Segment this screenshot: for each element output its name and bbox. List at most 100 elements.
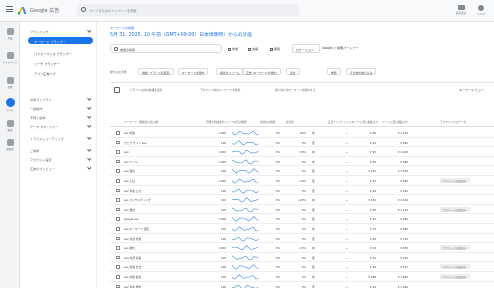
help-button[interactable]: ヘルプ xyxy=(474,5,488,16)
nav-item-9[interactable]: トラブルシューティング xyxy=(24,134,93,141)
keyword-cell[interactable]: google seo xyxy=(124,217,139,221)
yoy-change-cell: -10% xyxy=(299,246,306,251)
row-checkbox[interactable] xyxy=(116,275,120,279)
trend-sparkline xyxy=(232,197,259,203)
toolbar-option-2[interactable]: アカウント内のキーワードを除外 xyxy=(200,88,240,92)
location-target-select[interactable]: ロケーション xyxy=(292,44,320,53)
keyword-cell[interactable]: seo キーワード 選定 xyxy=(124,227,149,231)
filter-chip-1[interactable]: キーワードを除外 xyxy=(178,68,209,75)
column-header-4[interactable]: 競合性 xyxy=(286,120,294,124)
row-checkbox[interactable] xyxy=(116,255,120,260)
row-checkbox[interactable] xyxy=(116,198,120,202)
location-option[interactable]: 地域 xyxy=(228,47,238,51)
row-checkbox[interactable] xyxy=(116,159,120,164)
column-header-5[interactable]: 広告インプレッション シェア xyxy=(328,120,354,124)
column-header-6[interactable]: ページ上部に掲載された入札単価（低額帯） xyxy=(352,120,378,124)
row-checkbox[interactable] xyxy=(116,169,120,173)
keyword-cell[interactable]: seo ツール xyxy=(124,160,138,164)
high-bid-cell: ¥ 1,002 xyxy=(397,150,408,155)
toolbar-option-1[interactable]: ブランド以外の候補を表示 xyxy=(130,88,162,92)
keyword-cell[interactable]: seo 対策 方法 xyxy=(124,265,141,269)
rail-item-4[interactable]: 料金 xyxy=(2,120,18,132)
toolbar-option-3[interactable]: 成人向けのキーワードを除外する xyxy=(275,88,315,92)
keyword-cell[interactable]: seo とは xyxy=(124,179,135,183)
column-header-3[interactable]: 前年比の推移 xyxy=(260,120,276,124)
rail-item-0[interactable]: 作成 xyxy=(2,28,18,40)
row-checkbox[interactable] xyxy=(116,284,120,288)
table-row: seo 対策 方法 100 0% 0% 低 — ¥ 39 ¥ 512 アカウントに追加済み xyxy=(110,262,494,272)
row-checkbox[interactable] xyxy=(116,265,120,269)
row-checkbox[interactable] xyxy=(116,140,120,145)
nav-item-8[interactable]: データ マネージャー xyxy=(24,122,93,129)
volume-cell: 100 xyxy=(220,284,226,288)
keyword-cell[interactable]: seo コンサルティング xyxy=(124,198,151,202)
appearance-button[interactable]: 表示表示 xyxy=(454,5,468,15)
nav-item-4[interactable]: アプリ広告ハブ xyxy=(28,69,93,76)
keyword-cell[interactable]: seo 会社 xyxy=(124,169,135,173)
nav-item-11[interactable]: アカウント設定 xyxy=(24,155,93,162)
date-range-option[interactable]: 期間 xyxy=(270,47,280,51)
row-checkbox[interactable] xyxy=(116,188,120,193)
keyword-cell[interactable]: seo 外部 対策 xyxy=(124,237,141,241)
row-checkbox[interactable] xyxy=(116,179,120,183)
rail-item-3[interactable]: ツール xyxy=(2,98,18,112)
nav-item-10[interactable]: ご請求 xyxy=(24,146,93,153)
keyword-cell[interactable]: seo xyxy=(124,150,129,154)
filter-chip-0[interactable]: 価格 (ブランド名指定) xyxy=(138,68,175,75)
language-option[interactable]: 言語 xyxy=(248,47,258,51)
keyword-filter-input[interactable]: 成長の情報 xyxy=(110,44,222,53)
table-row: seo 対策 会社 100 0% 0% 中 — ¥ 188 ¥ 1,840 アカウントに追加済み xyxy=(110,272,494,282)
filter-icon[interactable] xyxy=(114,87,120,93)
rail-item-2[interactable]: 目標 xyxy=(2,77,18,89)
keyword-cell[interactable]: seo 対策 費用 xyxy=(124,285,141,288)
chevron-down-icon xyxy=(86,114,91,119)
nav-item-12[interactable]: 広告のプレビュー xyxy=(24,164,93,171)
account-status-badge: アカウントに追加済み xyxy=(440,206,470,212)
row-checkbox[interactable] xyxy=(116,236,120,241)
search-input[interactable]: ページまたはキャンペーンを検索 xyxy=(77,4,299,16)
column-header-0[interactable]: キーワード（関連性の高い順） xyxy=(124,120,160,124)
three-month-change-cell: 0% xyxy=(275,207,280,212)
filter-chip-3[interactable]: 広告 (キーワードの除外) xyxy=(242,68,282,75)
trend-sparkline xyxy=(232,264,259,270)
row-checkbox[interactable] xyxy=(116,150,120,154)
row-checkbox[interactable] xyxy=(116,217,120,221)
filter-chip-5[interactable]: 季節 xyxy=(327,68,341,75)
keyword-cell[interactable]: seo 対策 会社 xyxy=(124,275,141,279)
network-select[interactable]: Google と検索パートナー xyxy=(322,45,359,50)
filter-chip-4[interactable]: 競合 xyxy=(286,68,300,75)
nav-item-1[interactable]: キーワード プランナー xyxy=(28,37,93,44)
nav-item-3[interactable]: リーチ プランナー xyxy=(28,59,93,66)
keyword-cell[interactable]: seo 内部 対策 xyxy=(124,256,141,260)
keyword-cell[interactable]: seo 対策 xyxy=(124,131,135,135)
nav-item-5[interactable]: 共有ライブラリ xyxy=(24,95,93,102)
nav-item-6[interactable]: 一括操作 xyxy=(24,104,93,111)
column-header-7[interactable]: ページ上部に掲載された入札単価（高額帯） xyxy=(382,120,408,124)
nav-item-0[interactable]: プランニング xyxy=(24,27,93,34)
table-row: ウェブ サイト seo 100 0% 0% 低 — ¥ 63 ¥ 845 xyxy=(110,138,494,148)
nav-item-7[interactable]: 予算と請求 xyxy=(24,113,93,120)
column-header-2[interactable]: 3か月の推移 xyxy=(232,120,247,124)
view-select[interactable]: キーワード ビュー xyxy=(459,88,484,92)
refine-label: 絞り込む条件 xyxy=(110,70,127,74)
column-header-1[interactable]: 月間平均検索ボリューム xyxy=(206,120,232,124)
keyword-cell[interactable]: seo 費用 xyxy=(124,208,135,212)
row-checkbox[interactable] xyxy=(116,207,120,212)
column-header-8[interactable]: アカウントのステータス xyxy=(440,120,466,124)
rail-item-5[interactable]: 管理者 xyxy=(2,139,18,151)
keyword-cell[interactable]: seo 対策 とは xyxy=(124,189,141,193)
chevron-down-icon xyxy=(86,123,91,128)
breadcrumb[interactable]: キーワードの候補 xyxy=(110,26,134,30)
keyword-cell[interactable]: ウェブ サイト seo xyxy=(124,141,147,145)
filter-chip-6[interactable]: その他の絞り込み xyxy=(346,68,377,75)
nav-item-2[interactable]: パフォーマンス プランナー xyxy=(28,49,93,56)
keyword-cell[interactable]: seo 順位 xyxy=(124,246,135,250)
rail-icon xyxy=(6,52,14,59)
menu-icon[interactable] xyxy=(6,6,13,12)
row-checkbox[interactable] xyxy=(116,246,120,250)
row-checkbox[interactable] xyxy=(116,227,120,231)
rail-item-1[interactable]: キャンペーン xyxy=(2,52,18,64)
filter-chip-2[interactable]: 検索ボリューム xyxy=(216,68,244,75)
low-bid-cell: ¥ 39 xyxy=(370,265,376,270)
row-checkbox[interactable] xyxy=(116,131,120,135)
